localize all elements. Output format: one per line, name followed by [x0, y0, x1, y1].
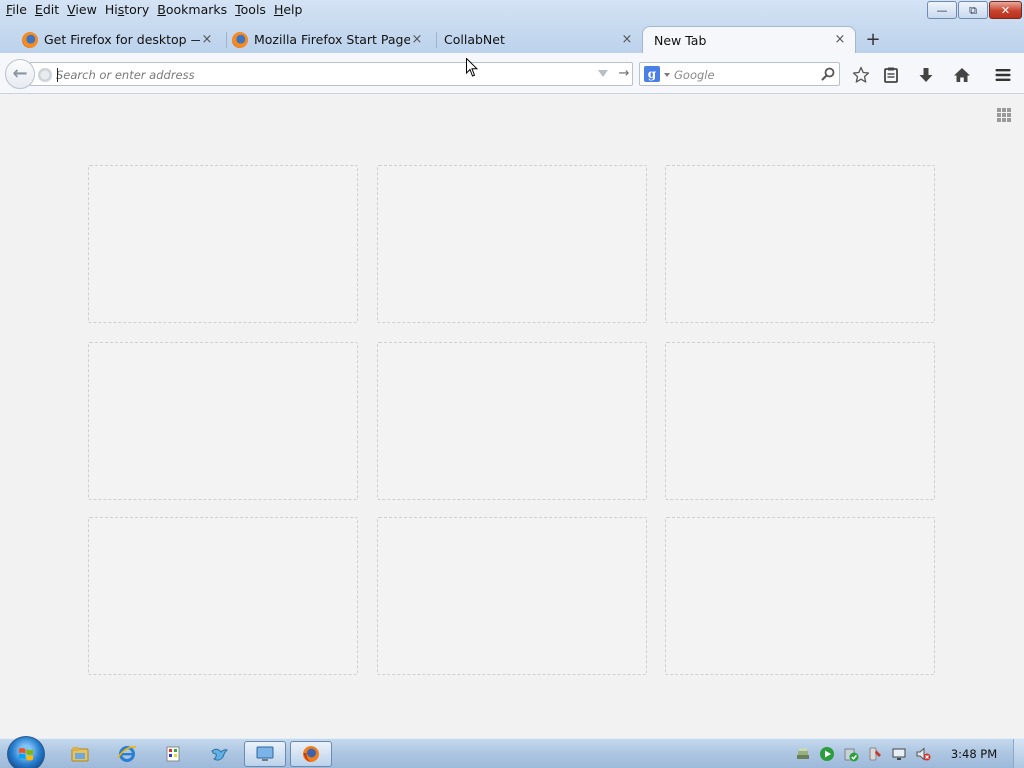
- site-identity-icon[interactable]: [38, 68, 52, 82]
- show-desktop-button[interactable]: [1013, 739, 1024, 768]
- tab-label: Get Firefox for desktop — ...: [44, 32, 200, 47]
- empty-tile[interactable]: [377, 342, 647, 500]
- bird-app-taskbar-button[interactable]: [198, 741, 240, 767]
- search-bar[interactable]: g: [639, 62, 840, 86]
- menu-file[interactable]: File: [2, 0, 31, 18]
- firefox-favicon-icon: [232, 32, 248, 48]
- remote-desktop-taskbar-button[interactable]: [244, 741, 286, 767]
- back-button[interactable]: ←: [5, 59, 35, 89]
- tool-icon[interactable]: [867, 746, 883, 762]
- new-tab-button[interactable]: +: [863, 30, 883, 50]
- restore-button[interactable]: ⧉: [958, 1, 988, 19]
- empty-tile[interactable]: [665, 342, 935, 500]
- media-player-icon[interactable]: [819, 746, 835, 762]
- paint-icon: [166, 746, 180, 762]
- browser-window: File Edit View History Bookmarks Tools H…: [0, 0, 1024, 738]
- navigation-toolbar: → ← g: [0, 53, 1024, 94]
- menu-view[interactable]: View: [63, 0, 101, 18]
- close-window-button[interactable]: ✕: [989, 1, 1022, 19]
- empty-tile[interactable]: [377, 517, 647, 675]
- tab-get-firefox[interactable]: Get Firefox for desktop — ... ×: [22, 26, 222, 53]
- system-clock[interactable]: 3:48 PM: [944, 747, 1004, 761]
- bookmark-star-button[interactable]: [851, 65, 871, 85]
- history-dropdown-icon[interactable]: [598, 70, 608, 77]
- minimize-icon: —: [936, 3, 948, 17]
- reading-list-button[interactable]: [881, 65, 901, 85]
- tab-new-tab[interactable]: New Tab ×: [642, 26, 856, 53]
- bird-app-icon: [211, 748, 228, 761]
- window-controls: — ⧉ ✕: [927, 1, 1022, 19]
- explorer-taskbar-button[interactable]: [59, 741, 101, 767]
- paint-taskbar-button[interactable]: [152, 741, 194, 767]
- tab-close-icon[interactable]: ×: [620, 32, 634, 47]
- display-icon[interactable]: [891, 746, 907, 762]
- firefox-icon: [303, 746, 319, 762]
- start-button[interactable]: [7, 736, 45, 768]
- empty-tile[interactable]: [88, 517, 358, 675]
- explorer-icon: [71, 747, 89, 762]
- home-icon: [954, 68, 970, 82]
- bookmark-star-icon: [852, 66, 870, 83]
- google-engine-icon[interactable]: g: [644, 66, 660, 82]
- tab-label: New Tab: [654, 32, 707, 48]
- search-input[interactable]: [674, 66, 814, 84]
- menu-history[interactable]: History: [101, 0, 153, 18]
- menu-tools[interactable]: Tools: [231, 0, 270, 18]
- tab-close-icon[interactable]: ×: [200, 32, 214, 47]
- menu-icon: [995, 69, 1011, 81]
- open-menu-button[interactable]: [993, 65, 1013, 85]
- mouse-pointer-icon: [466, 58, 478, 77]
- tab-firefox-start-page[interactable]: Mozilla Firefox Start Page ×: [232, 26, 432, 53]
- tab-label: Mozilla Firefox Start Page: [254, 32, 410, 47]
- empty-tile[interactable]: [88, 342, 358, 500]
- reading-list-icon: [884, 67, 898, 83]
- tab-separator: [226, 32, 227, 48]
- downloads-icon: [919, 68, 933, 82]
- menu-bookmarks[interactable]: Bookmarks: [153, 0, 231, 18]
- engine-dropdown-icon[interactable]: [664, 73, 670, 77]
- taskbar: 3:48 PM: [0, 736, 1024, 768]
- back-arrow-icon: ←: [12, 63, 28, 84]
- tab-close-icon[interactable]: ×: [833, 33, 847, 47]
- windows-logo-icon: [19, 748, 33, 761]
- empty-tile[interactable]: [88, 165, 358, 323]
- home-button[interactable]: [952, 65, 972, 85]
- empty-tile[interactable]: [377, 165, 647, 323]
- internet-explorer-taskbar-button[interactable]: [106, 741, 148, 767]
- firefox-favicon-icon: [22, 32, 38, 48]
- tab-collabnet[interactable]: CollabNet ×: [422, 26, 642, 53]
- tab-label: CollabNet: [444, 32, 505, 47]
- menu-help[interactable]: Help: [270, 0, 307, 18]
- downloads-button[interactable]: [916, 65, 936, 85]
- text-caret: [57, 68, 58, 82]
- firefox-taskbar-button[interactable]: [290, 741, 332, 767]
- address-bar[interactable]: →: [30, 62, 633, 86]
- address-input[interactable]: [56, 66, 576, 84]
- toggle-grid-icon[interactable]: [996, 107, 1012, 123]
- search-magnifier-icon[interactable]: [820, 66, 836, 82]
- new-tab-page: [0, 95, 1024, 738]
- restore-icon: ⧉: [969, 3, 977, 17]
- menu-edit[interactable]: Edit: [31, 0, 63, 18]
- menu-bar: File Edit View History Bookmarks Tools H…: [0, 0, 306, 18]
- volume-muted-icon[interactable]: [915, 746, 931, 762]
- network-stack-icon[interactable]: [795, 746, 811, 762]
- minimize-button[interactable]: —: [927, 1, 957, 19]
- close-icon: ✕: [1000, 3, 1011, 17]
- internet-explorer-icon: [117, 746, 137, 762]
- tab-strip: Get Firefox for desktop — ... × Mozilla …: [0, 24, 1024, 53]
- remote-desktop-icon: [256, 746, 274, 761]
- go-arrow-icon[interactable]: →: [616, 66, 632, 82]
- empty-tile[interactable]: [665, 517, 935, 675]
- security-check-icon[interactable]: [843, 746, 859, 762]
- title-bar: File Edit View History Bookmarks Tools H…: [0, 0, 1024, 53]
- empty-tile[interactable]: [665, 165, 935, 323]
